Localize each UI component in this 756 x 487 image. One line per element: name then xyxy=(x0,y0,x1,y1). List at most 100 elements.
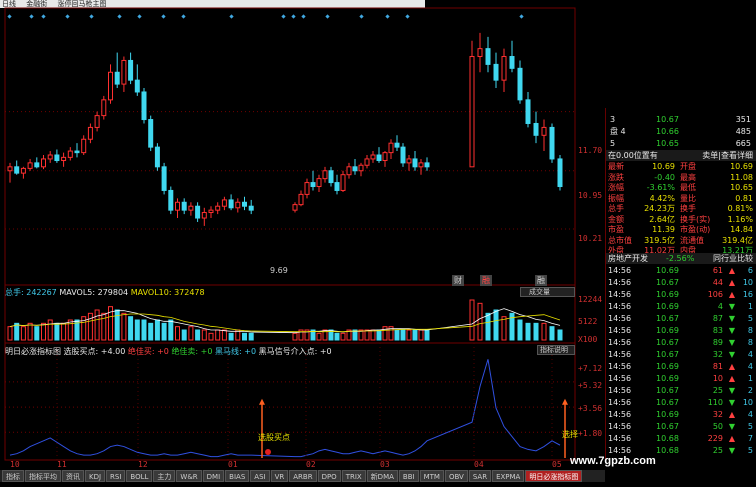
tick-row-7: 14:56 10.67 32 ▼ 4 xyxy=(606,349,756,360)
event-marker-2[interactable]: 融 xyxy=(480,275,492,286)
candle-body-10 xyxy=(74,150,80,154)
volume-bar-17 xyxy=(121,312,127,341)
candle-body-46 xyxy=(346,166,352,176)
tick-price: 10.69 xyxy=(656,362,679,371)
stat-value2: 1.16% xyxy=(727,214,753,224)
stat-value: -3.61% xyxy=(646,183,675,192)
volume-bar-20 xyxy=(141,319,147,341)
x-tick-0: 10 xyxy=(10,460,20,469)
stat-row-1: 涨跌 -0.40 最高 11.08 xyxy=(606,172,756,183)
book-level: 3 xyxy=(610,115,616,124)
stat-row-2: 涨幅 -3.61% 最低 10.65 xyxy=(606,182,756,193)
candle-body-0 xyxy=(7,166,13,172)
tab-12[interactable]: ARBR xyxy=(289,470,317,482)
candle-body-37 xyxy=(292,204,298,211)
tick-time: 14:56 xyxy=(608,266,632,275)
tab-8[interactable]: DMI xyxy=(202,470,225,482)
ind-title: 明日必涨指标图 xyxy=(5,347,61,356)
tick-count: 8 xyxy=(747,326,753,335)
book-volume: 665 xyxy=(735,139,751,148)
tab-18[interactable]: OBV xyxy=(444,470,468,482)
stat-key2: 开盘 xyxy=(680,162,696,171)
x-tick-7: 05 xyxy=(552,460,562,469)
indicator-help-button[interactable]: 指标说明 xyxy=(537,345,575,355)
stat-key2: 最低 xyxy=(680,183,696,192)
candle-body-35 xyxy=(242,201,247,207)
vol-ma5: MAVOL5: 279804 xyxy=(59,288,129,297)
book-level: 盘 4 xyxy=(610,127,626,136)
top-marker-15 xyxy=(385,14,390,19)
volume-dropdown[interactable]: 成交量 xyxy=(520,287,575,297)
tick-volume: 61 xyxy=(712,266,723,275)
tab-1[interactable]: 指标平均 xyxy=(25,470,61,482)
tab-6[interactable]: 主力 xyxy=(153,470,176,482)
tick-time: 14:56 xyxy=(608,374,632,383)
tab-14[interactable]: TRIX xyxy=(341,470,366,482)
tab-3[interactable]: KDJ xyxy=(85,470,106,482)
arrow-up-icon: ▲ xyxy=(728,374,735,383)
tick-price: 10.69 xyxy=(656,290,679,299)
tick-volume: 106 xyxy=(707,290,723,299)
stat-key: 市盈 xyxy=(608,225,624,234)
tab-17[interactable]: MTM xyxy=(419,470,444,482)
tick-volume: 83 xyxy=(712,326,723,335)
candle-body-64 xyxy=(501,56,507,81)
book-row-0: 3 10.67 351 xyxy=(606,114,756,125)
tab-21[interactable]: 明日必涨指标图 xyxy=(525,470,583,482)
tick-volume: 4 xyxy=(717,302,723,311)
candle-body-3 xyxy=(27,162,33,169)
tick-count: 4 xyxy=(747,410,753,419)
tick-count: 4 xyxy=(747,362,753,371)
stat-row-4: 总手 24.23万 换手 0.81% xyxy=(606,203,756,214)
volume-bar-56 xyxy=(406,329,412,341)
top-marker-13 xyxy=(325,14,330,19)
event-marker-3[interactable]: 融 xyxy=(535,275,547,286)
top-marker-8 xyxy=(181,14,186,19)
volume-bar-23 xyxy=(161,322,167,341)
volume-bar-63 xyxy=(493,309,499,341)
tab-10[interactable]: ASI xyxy=(250,470,270,482)
candle-body-25 xyxy=(175,201,180,211)
candle-body-15 xyxy=(108,71,113,101)
candle-body-33 xyxy=(228,199,234,209)
tab-2[interactable]: 资讯 xyxy=(62,470,84,482)
tick-count: 5 xyxy=(747,422,753,431)
stock-chart[interactable] xyxy=(0,0,605,470)
tick-row-3: 14:56 10.69 4 ▼ 1 xyxy=(606,301,756,312)
tab-13[interactable]: DPO xyxy=(317,470,341,482)
stat-value: 319.5亿 xyxy=(644,235,675,245)
tab-5[interactable]: BOLL xyxy=(126,470,153,482)
event-marker-1[interactable]: 财 xyxy=(452,275,464,286)
stat-row-0: 最新 10.69 开盘 10.69 xyxy=(606,161,756,172)
tab-4[interactable]: RSI xyxy=(106,470,126,482)
volume-bar-22 xyxy=(154,319,160,341)
tick-count: 5 xyxy=(747,446,753,455)
candle-body-55 xyxy=(400,146,406,164)
tab-11[interactable]: VR xyxy=(270,470,289,482)
tick-count: 1 xyxy=(747,302,753,311)
stat-value2: 11.08 xyxy=(730,172,753,182)
candle-body-32 xyxy=(221,199,227,207)
tab-15[interactable]: 新DMA xyxy=(366,470,398,482)
ind-axis-2: +3.56 xyxy=(578,404,603,413)
top-marker-17 xyxy=(519,14,524,19)
volume-bar-12 xyxy=(87,312,93,341)
tab-9[interactable]: BIAS xyxy=(225,470,250,482)
tick-row-12: 14:56 10.69 32 ▲ 4 xyxy=(606,409,756,420)
candle-body-14 xyxy=(101,99,107,117)
tick-volume: 10 xyxy=(712,374,723,383)
tick-volume: 50 xyxy=(712,422,723,431)
tab-16[interactable]: BBI xyxy=(398,470,419,482)
stat-key: 最新 xyxy=(608,162,624,171)
x-tick-1: 11 xyxy=(57,460,67,469)
candle-body-36 xyxy=(248,205,254,211)
tick-volume: 25 xyxy=(712,446,723,455)
tick-count: 5 xyxy=(747,314,753,323)
x-tick-3: 01 xyxy=(228,460,238,469)
volume-bar-69 xyxy=(541,322,547,341)
tab-7[interactable]: W&R xyxy=(176,470,202,482)
tab-0[interactable]: 指标 xyxy=(2,470,24,482)
tab-19[interactable]: SAR xyxy=(468,470,492,482)
tab-20[interactable]: EXPMA xyxy=(492,470,525,482)
candle-body-62 xyxy=(485,48,491,65)
